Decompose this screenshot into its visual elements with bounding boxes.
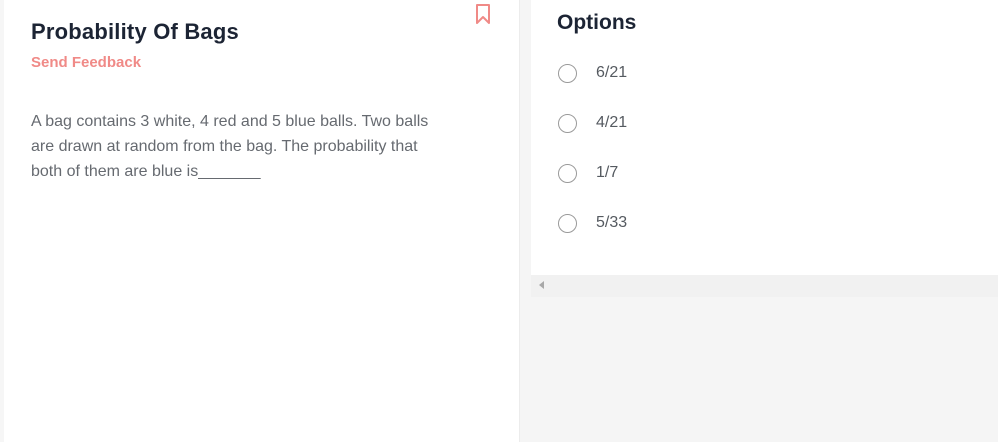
option-label: 5/33	[596, 214, 628, 231]
bookmark-icon[interactable]	[473, 3, 493, 25]
radio-button[interactable]	[558, 114, 577, 133]
option-4[interactable]: 5/33	[557, 213, 957, 239]
options-title: Options	[557, 11, 637, 34]
scroll-left-arrow-icon[interactable]	[539, 281, 544, 289]
option-label: 1/7	[596, 164, 619, 181]
question-panel: Probability Of Bags Send Feedback A bag …	[0, 0, 519, 442]
horizontal-scrollbar[interactable]	[531, 275, 998, 297]
quiz-page: Probability Of Bags Send Feedback A bag …	[0, 0, 998, 442]
option-3[interactable]: 1/7	[557, 163, 957, 189]
option-label: 4/21	[596, 114, 628, 131]
option-label: 6/21	[596, 64, 628, 81]
question-text: A bag contains 3 white, 4 red and 5 blue…	[31, 113, 429, 180]
radio-button[interactable]	[558, 64, 577, 83]
option-2[interactable]: 4/21	[557, 113, 957, 139]
options-card: Options 6/21 4/21 1/7 5/33	[531, 0, 998, 275]
option-1[interactable]: 6/21	[557, 63, 957, 89]
question-title: Probability Of Bags	[31, 19, 239, 44]
send-feedback-link[interactable]: Send Feedback	[31, 54, 141, 71]
radio-button[interactable]	[558, 214, 577, 233]
radio-button[interactable]	[558, 164, 577, 183]
options-area: Options 6/21 4/21 1/7 5/33	[519, 0, 998, 442]
